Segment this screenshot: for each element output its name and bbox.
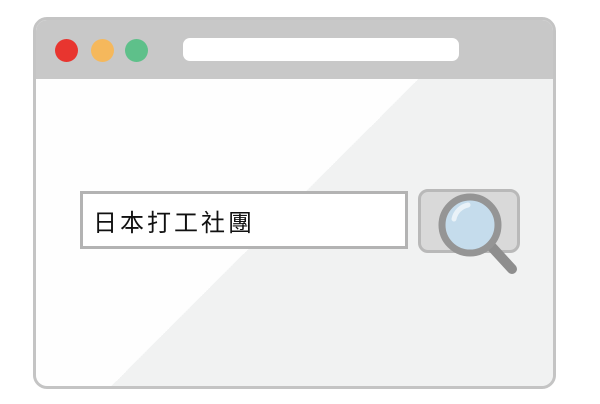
address-bar[interactable]: [183, 38, 459, 61]
magnifier-icon[interactable]: [424, 179, 524, 279]
minimize-button[interactable]: [91, 39, 114, 62]
browser-window: 日本打工社團: [33, 17, 556, 389]
title-bar: [36, 20, 553, 79]
zoom-button[interactable]: [125, 39, 148, 62]
close-button[interactable]: [55, 39, 78, 62]
page-content: 日本打工社團: [36, 79, 553, 386]
search-input[interactable]: 日本打工社團: [80, 191, 408, 249]
